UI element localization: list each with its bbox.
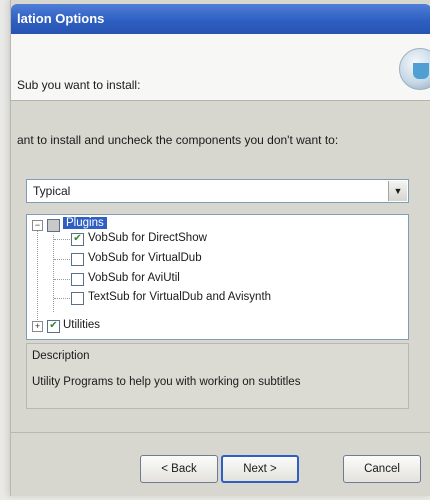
- instruction-text: ant to install and uncheck the component…: [17, 133, 339, 147]
- next-button[interactable]: Next >: [221, 455, 299, 483]
- tree-item-vobsub-virtualdub[interactable]: VobSub for VirtualDub: [88, 252, 202, 264]
- app-logo-icon: [399, 48, 430, 90]
- expand-icon[interactable]: +: [32, 321, 43, 332]
- tree-item-textsub-virtualdub[interactable]: TextSub for VirtualDub and Avisynth: [88, 291, 271, 303]
- description-panel: Description Utility Programs to help you…: [26, 343, 409, 409]
- tree-guide-line: [54, 239, 70, 240]
- tree-guide-line: [54, 279, 70, 280]
- tree-item-vobsub-directshow[interactable]: VobSub for DirectShow: [88, 232, 207, 244]
- button-separator: [11, 432, 430, 433]
- tree-guide-line: [54, 259, 70, 260]
- tree-guide-line: [37, 225, 38, 328]
- tree-guide-line: [53, 235, 54, 312]
- install-type-dropdown[interactable]: Typical ▼: [26, 179, 409, 203]
- tree-item-plugins[interactable]: Plugins: [63, 217, 107, 229]
- window-title: lation Options: [17, 11, 105, 26]
- installer-window: lation Options Sub you want to install: …: [10, 0, 430, 496]
- plugins-checkbox[interactable]: [47, 219, 60, 232]
- textsub-virtualdub-checkbox[interactable]: [71, 292, 84, 305]
- utilities-checkbox[interactable]: ✔: [47, 320, 60, 333]
- back-button[interactable]: < Back: [140, 455, 218, 483]
- tree-guide-line: [54, 298, 70, 299]
- description-heading: Description: [32, 350, 90, 362]
- vobsub-virtualdub-checkbox[interactable]: [71, 253, 84, 266]
- vobsub-aviutil-checkbox[interactable]: [71, 273, 84, 286]
- tree-item-vobsub-aviutil[interactable]: VobSub for AviUtil: [88, 272, 180, 284]
- header-panel: Sub you want to install:: [11, 34, 430, 101]
- component-tree: − Plugins ✔ VobSub for DirectShow VobSub…: [26, 214, 409, 340]
- collapse-icon[interactable]: −: [32, 220, 43, 231]
- description-text: Utility Programs to help you with workin…: [32, 376, 301, 388]
- tree-item-utilities[interactable]: Utilities: [63, 319, 100, 331]
- install-type-value: Typical: [33, 184, 71, 198]
- title-bar: lation Options: [11, 4, 430, 34]
- vobsub-directshow-checkbox[interactable]: ✔: [71, 233, 84, 246]
- cancel-button[interactable]: Cancel: [343, 455, 421, 483]
- header-subtitle: Sub you want to install:: [17, 78, 141, 92]
- chevron-down-icon[interactable]: ▼: [388, 181, 407, 201]
